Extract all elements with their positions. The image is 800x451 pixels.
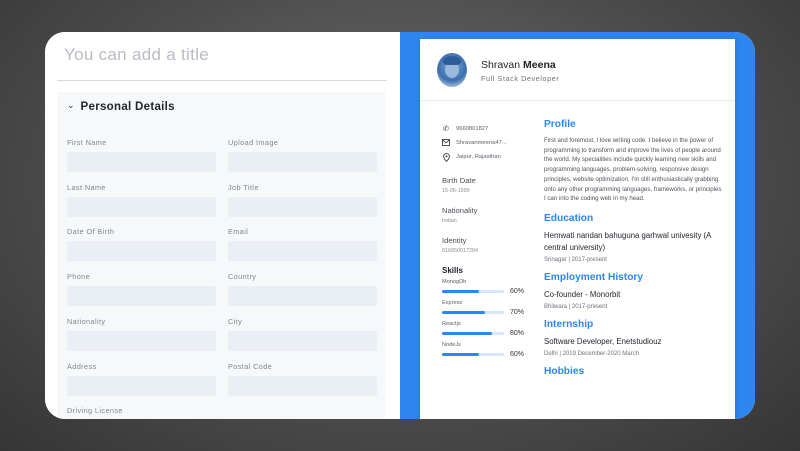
- address-label: Address: [67, 362, 97, 371]
- section-title: Personal Details: [80, 101, 175, 113]
- phone-icon: ✆: [442, 124, 450, 133]
- skill-name: Express: [442, 300, 463, 306]
- personal-details-section: ⌄ Personal Details First Name Upload Ima…: [57, 92, 385, 419]
- phone-label: Phone: [67, 272, 91, 281]
- first-name: Shravan: [481, 59, 521, 71]
- upload-image-label: Upload Image: [228, 138, 279, 147]
- resume-editor: You can add a title ⌄ Personal Details F…: [45, 32, 400, 419]
- resume-preview-panel: Shravan Meena Full Stack Developer ✆ 966…: [400, 32, 755, 419]
- skills-title: Skills: [442, 266, 463, 275]
- skill-bar: [442, 290, 504, 293]
- nationality-field[interactable]: [67, 331, 216, 351]
- skill-item: MonogDb 60%: [442, 279, 534, 296]
- profile-heading: Profile: [544, 119, 576, 130]
- skill-name: NodeJs: [442, 342, 461, 348]
- location-text: Jaipur, Rajasthan: [456, 154, 501, 160]
- resume-name: Shravan Meena: [481, 59, 556, 71]
- employment-heading: Employment History: [544, 271, 644, 283]
- resume-page: Shravan Meena Full Stack Developer ✆ 966…: [420, 39, 735, 419]
- email-text: Shravanmeena47...: [456, 140, 507, 146]
- birth-date-value: 15-06-1999: [442, 188, 470, 194]
- skill-bar-fill: [442, 290, 480, 293]
- personal-details-toggle[interactable]: ⌄ Personal Details: [67, 101, 175, 113]
- country-label: Country: [228, 272, 257, 281]
- first-name-field[interactable]: [67, 152, 216, 172]
- nationality-label: Nationality: [442, 206, 478, 215]
- skill-percent: 60%: [510, 351, 525, 358]
- skill-name: MonogDb: [442, 279, 467, 285]
- contact-email: Shravanmeena47...: [442, 136, 534, 150]
- resume-role: Full Stack Developer: [481, 74, 560, 83]
- skill-item: Express 70%: [442, 300, 534, 317]
- skill-bar-fill: [442, 353, 480, 356]
- education-heading: Education: [544, 212, 594, 224]
- avatar: [437, 53, 467, 87]
- skill-bar: [442, 332, 504, 335]
- job-title-field[interactable]: [228, 197, 377, 217]
- last-name: Meena: [523, 59, 556, 71]
- skill-item: Reactjs 80%: [442, 321, 534, 338]
- phone-text: 9660801827: [456, 126, 489, 132]
- skill-percent: 70%: [510, 309, 525, 316]
- identity-value: 816850017284: [442, 248, 478, 254]
- skill-item: NodeJs 60%: [442, 342, 534, 359]
- city-field[interactable]: [228, 331, 377, 351]
- resume-header: Shravan Meena Full Stack Developer: [420, 39, 735, 101]
- country-field[interactable]: [228, 286, 377, 306]
- skill-percent: 80%: [510, 330, 525, 337]
- education-school: Hemwati nandan bahuguna garhwal univesit…: [544, 230, 711, 252]
- driving-license-label: Driving License: [67, 406, 123, 415]
- chevron-down-icon: ⌄: [67, 101, 75, 111]
- email-label: Email: [228, 227, 249, 236]
- skill-bar-fill: [442, 332, 492, 335]
- profile-text: First and foremost, I love writing code.…: [544, 137, 722, 203]
- internship-heading: Internship: [544, 318, 594, 330]
- skill-bar-fill: [442, 311, 486, 314]
- last-name-field[interactable]: [67, 197, 216, 217]
- nationality-label: Nationality: [67, 317, 106, 326]
- resume-main: Profile First and foremost, I love writi…: [544, 119, 722, 377]
- upload-image-field[interactable]: [228, 152, 377, 172]
- date-of-birth-label: Date Of Birth: [67, 227, 115, 236]
- address-field[interactable]: [67, 376, 216, 396]
- hobbies-heading: Hobbies: [544, 365, 585, 377]
- birth-date-label: Birth Date: [442, 176, 476, 185]
- postal-code-field[interactable]: [228, 376, 377, 396]
- date-of-birth-field[interactable]: [67, 241, 216, 261]
- skill-name: Reactjs: [442, 321, 461, 327]
- mail-icon: [442, 139, 450, 147]
- first-name-label: First Name: [67, 138, 107, 147]
- skill-bar: [442, 311, 504, 314]
- skill-bar: [442, 353, 504, 356]
- location-pin-icon: [442, 153, 450, 163]
- city-label: City: [228, 317, 243, 326]
- internship-role: Software Developer, Enetstudiouz: [544, 336, 662, 346]
- identity-label: Identity: [442, 236, 467, 245]
- title-divider: [57, 80, 387, 81]
- contact-phone: ✆ 9660801827: [442, 122, 534, 136]
- job-title-label: Job Title: [228, 183, 259, 192]
- phone-field[interactable]: [67, 286, 216, 306]
- skill-percent: 60%: [510, 288, 525, 295]
- resume-title-input[interactable]: You can add a title: [64, 45, 386, 65]
- contact-location: Jaipur, Rajasthan: [442, 150, 534, 164]
- nationality-value: Indian: [442, 218, 457, 224]
- employment-role: Co-founder - Monorbit: [544, 289, 621, 299]
- app-frame: You can add a title ⌄ Personal Details F…: [45, 32, 755, 419]
- email-field[interactable]: [228, 241, 377, 261]
- last-name-label: Last Name: [67, 183, 106, 192]
- resume-sidebar: ✆ 9660801827 Shravanmeena47... Jaipur, R…: [442, 122, 534, 359]
- postal-code-label: Postal Code: [228, 362, 273, 371]
